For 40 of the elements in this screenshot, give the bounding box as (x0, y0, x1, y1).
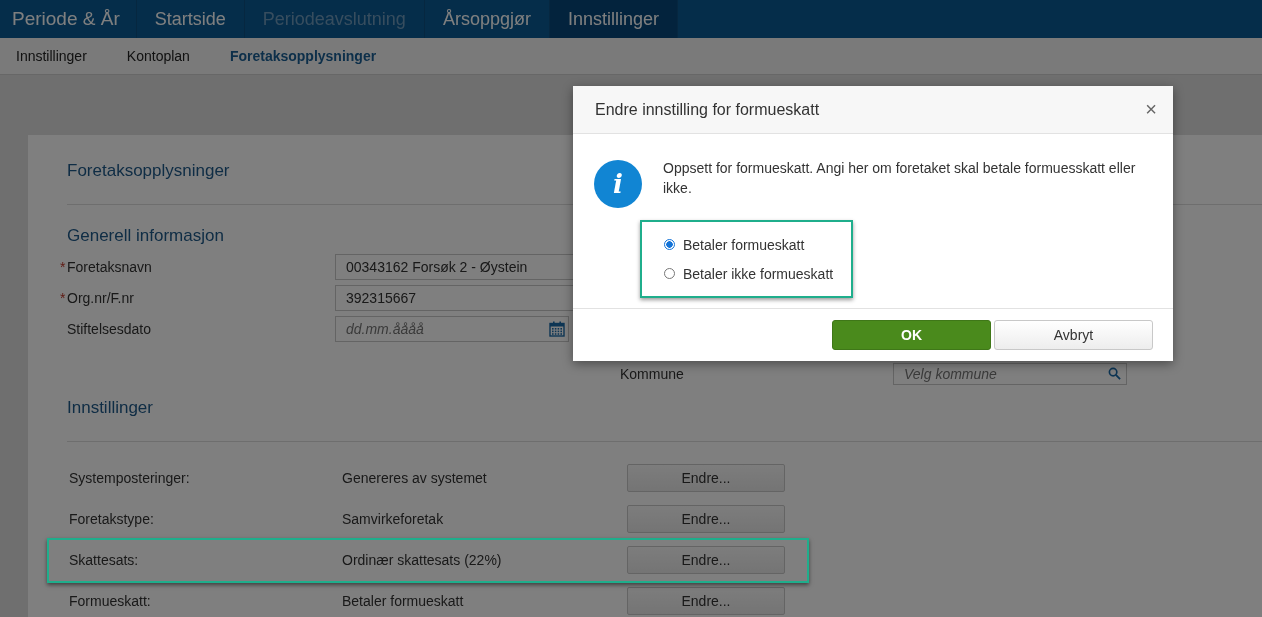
section-title: Generell informasjon (67, 225, 224, 247)
search-field[interactable]: Velg kommune (893, 363, 1127, 385)
change-button[interactable]: Endre... (627, 504, 785, 533)
radio-button[interactable] (664, 239, 675, 250)
setting-value: Betaler formueskatt (342, 592, 465, 609)
text-field[interactable]: 392315667 (335, 285, 575, 311)
sub-nav-tab[interactable]: Kontoplan (126, 48, 190, 64)
dialog-message: Oppsett for formueskatt. Angi her om foretaket skal betale formuesskatt eller ikke. (663, 159, 1137, 198)
text-field[interactable]: 00343162 Forsøk 2 - Øystein (335, 254, 575, 280)
setting-value: Ordinær skattesats (22%) (342, 551, 503, 568)
change-button[interactable]: Endre... (627, 545, 785, 574)
field-label: Kommune (620, 366, 685, 382)
dialog-title: Endre innstilling for formueskatt (595, 100, 820, 119)
section-title: Foretaksopplysninger (67, 160, 230, 182)
change-button[interactable]: Endre... (627, 463, 785, 492)
change-button[interactable]: Endre... (627, 586, 785, 615)
sub-nav-tab[interactable]: Innstillinger (16, 48, 87, 64)
calendar-icon[interactable] (549, 321, 565, 337)
setting-label: Foretakstype: (69, 510, 155, 527)
section-title: Innstillinger (67, 397, 153, 419)
ok-button[interactable]: OK (832, 320, 991, 350)
close-button[interactable]: × (1145, 98, 1157, 121)
setting-label: Formueskatt: (69, 592, 152, 609)
field-label: Stiftelsesdato (67, 321, 152, 337)
radio-label[interactable]: Betaler formueskatt (683, 236, 805, 253)
required-mark: * (60, 290, 64, 306)
radio-label[interactable]: Betaler ikke formueskatt (683, 265, 834, 282)
sub-nav-tab[interactable]: Foretaksopplysninger (229, 48, 377, 64)
nav-tab[interactable]: Innstillinger (549, 0, 678, 38)
info-icon: i (594, 160, 642, 208)
setting-label: Skattesats: (69, 551, 140, 568)
setting-value: Genereres av systemet (342, 469, 488, 486)
date-field[interactable]: dd.mm.åååå (335, 316, 569, 342)
setting-value: Samvirkeforetak (342, 510, 445, 527)
search-icon[interactable] (1108, 367, 1121, 380)
setting-label: Systemposteringer: (69, 469, 191, 486)
field-label: Org.nr/F.nr (67, 290, 134, 306)
required-mark: * (60, 259, 64, 275)
cancel-button[interactable]: Avbryt (994, 320, 1153, 350)
field-label: Foretaksnavn (67, 259, 152, 275)
